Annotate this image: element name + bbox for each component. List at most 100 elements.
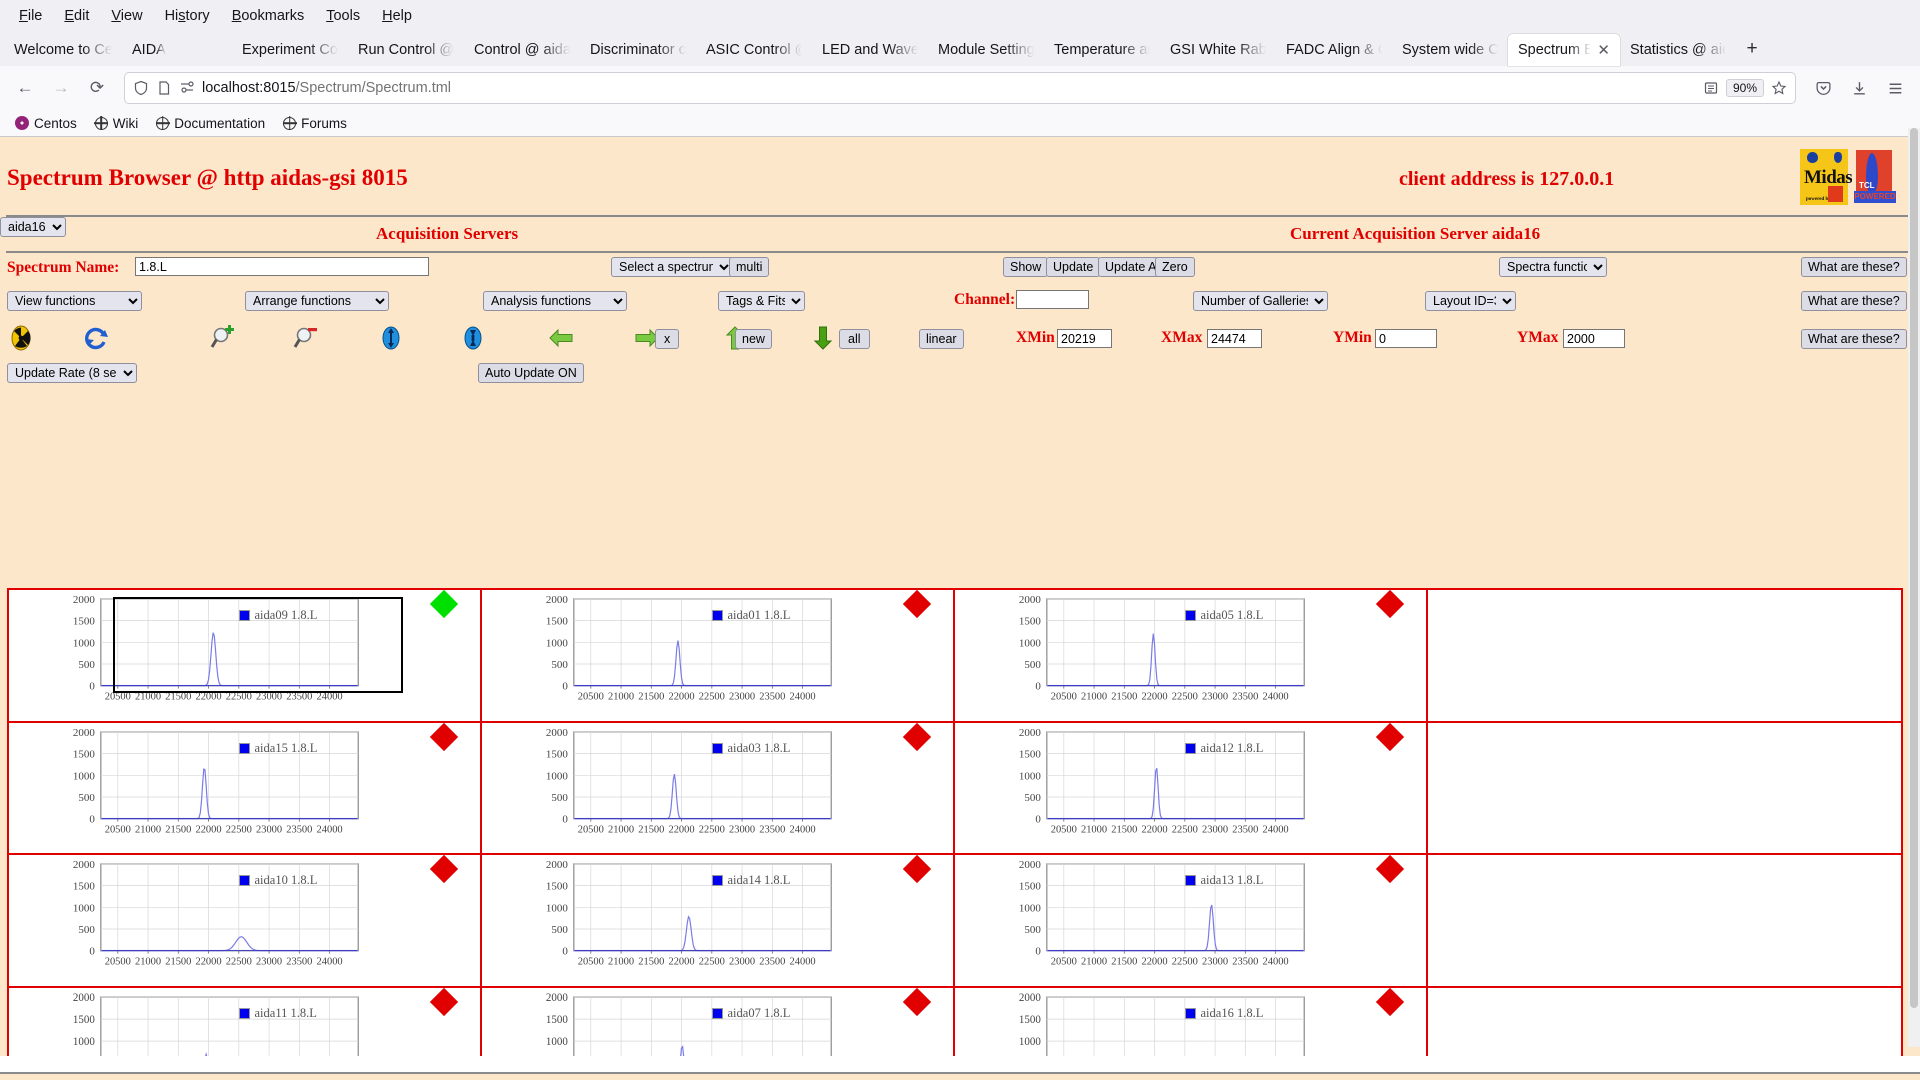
browser-tab-0[interactable]: Welcome to Cen	[4, 34, 122, 66]
forward-button[interactable]: →	[44, 72, 78, 104]
gallery-cell-empty[interactable]	[1428, 988, 1901, 1057]
browser-tab-14[interactable]: Statistics @ aid	[1620, 34, 1736, 66]
xmin-input[interactable]	[1057, 329, 1112, 348]
analysis-functions-dropdown[interactable]: Analysis functions	[483, 291, 627, 311]
gallery-cell[interactable]: 2050021000215002200022500230002350024000…	[482, 855, 955, 988]
browser-tab-10[interactable]: GSI White Rabb	[1160, 34, 1276, 66]
app-menu-icon[interactable]	[1878, 72, 1912, 104]
browser-tab-3[interactable]: Run Control @ a	[348, 34, 464, 66]
scrollbar-thumb[interactable]	[1910, 128, 1918, 1008]
gallery-cell[interactable]: 2050021000215002200022500230002350024000…	[9, 988, 482, 1057]
zoom-level-badge[interactable]: 90%	[1726, 79, 1764, 97]
controls-panel: Spectrum Name: Select a spectrum multi S…	[0, 253, 1920, 393]
number-of-galleries-dropdown[interactable]: Number of Galleries	[1193, 291, 1328, 311]
bookmark-centos[interactable]: Centos	[8, 114, 84, 133]
what-are-these-button-3[interactable]: What are these?	[1801, 329, 1907, 349]
reload-button[interactable]: ⟳	[80, 72, 114, 104]
ymin-input[interactable]	[1375, 329, 1437, 348]
gallery-cell[interactable]: 2050021000215002200022500230002350024000…	[955, 988, 1428, 1057]
gallery-cell[interactable]: 2050021000215002200022500230002350024000…	[955, 855, 1428, 988]
select-a-spectrum-dropdown[interactable]: Select a spectrum	[611, 257, 733, 277]
browser-tab-4[interactable]: Control @ aidas	[464, 34, 580, 66]
menu-help[interactable]: Help	[371, 4, 423, 28]
multi-button[interactable]: multi	[729, 257, 769, 277]
svg-text:22500: 22500	[226, 957, 252, 968]
zero-button[interactable]: Zero	[1155, 257, 1195, 277]
gallery-cell[interactable]: 2050021000215002200022500230002350024000…	[9, 855, 482, 988]
close-tab-icon[interactable]: ✕	[1597, 43, 1610, 58]
update-button[interactable]: Update	[1046, 257, 1100, 277]
layout-id-dropdown[interactable]: Layout ID=3	[1425, 291, 1516, 311]
bookmark-documentation[interactable]: Documentation	[149, 114, 272, 133]
menu-tools[interactable]: Tools	[315, 4, 371, 28]
browser-tab-12[interactable]: System wide Ch	[1392, 34, 1508, 66]
all-button[interactable]: all	[839, 329, 870, 349]
gallery-cell[interactable]: 2050021000215002200022500230002350024000…	[9, 590, 482, 723]
legend-swatch	[712, 875, 723, 886]
browser-tab-6[interactable]: ASIC Control @	[696, 34, 812, 66]
show-button[interactable]: Show	[1003, 257, 1048, 277]
gallery-cell[interactable]: 2050021000215002200022500230002350024000…	[9, 723, 482, 856]
menu-history[interactable]: History	[154, 4, 221, 28]
arrange-functions-dropdown[interactable]: Arrange functions	[245, 291, 389, 311]
update-rate-dropdown[interactable]: Update Rate (8 secs)	[7, 363, 137, 383]
svg-text:1000: 1000	[546, 637, 568, 649]
gallery-cell[interactable]: 2050021000215002200022500230002350024000…	[955, 590, 1428, 723]
arrow-down-icon[interactable]	[810, 325, 836, 351]
browser-tab-9[interactable]: Temperature an	[1044, 34, 1160, 66]
xmax-input[interactable]	[1207, 329, 1262, 348]
bookmark-forums[interactable]: Forums	[276, 114, 354, 133]
contract-vertical-icon[interactable]	[460, 325, 486, 351]
tab-label: LED and Wavefo	[822, 42, 918, 58]
gallery-cell[interactable]: 2050021000215002200022500230002350024000…	[955, 723, 1428, 856]
refresh-icon[interactable]	[83, 325, 109, 351]
browser-tab-13[interactable]: Spectrum Bro✕	[1508, 34, 1620, 66]
bookmark-star-icon[interactable]	[1771, 80, 1787, 96]
svg-text:0: 0	[1035, 946, 1041, 958]
vertical-scrollbar[interactable]	[1908, 128, 1920, 1047]
browser-tab-8[interactable]: Module Settings	[928, 34, 1044, 66]
auto-update-button[interactable]: Auto Update ON	[478, 363, 584, 383]
new-tab-button[interactable]: +	[1736, 32, 1768, 66]
browser-tab-7[interactable]: LED and Wavefo	[812, 34, 928, 66]
gallery-cell-empty[interactable]	[1428, 723, 1901, 856]
spectra-functions-dropdown[interactable]: Spectra functions	[1499, 257, 1607, 277]
gallery-cell[interactable]: 2050021000215002200022500230002350024000…	[482, 988, 955, 1057]
linear-button[interactable]: linear	[919, 329, 964, 349]
channel-input[interactable]	[1016, 290, 1089, 309]
gallery-cell[interactable]: 2050021000215002200022500230002350024000…	[482, 723, 955, 856]
bookmark-wiki[interactable]: Wiki	[88, 114, 146, 133]
zoom-out-icon[interactable]	[292, 325, 318, 351]
tags-and-fits-dropdown[interactable]: Tags & Fits	[718, 291, 805, 311]
gallery-cell-empty[interactable]	[1428, 590, 1901, 723]
gallery-cell[interactable]: 2050021000215002200022500230002350024000…	[482, 590, 955, 723]
address-bar[interactable]: localhost:8015/Spectrum/Spectrum.tml 90%	[124, 72, 1796, 104]
menu-edit[interactable]: Edit	[53, 4, 100, 28]
expand-vertical-icon[interactable]	[378, 325, 404, 351]
what-are-these-button-1[interactable]: What are these?	[1801, 257, 1907, 277]
browser-tab-5[interactable]: Discriminator co	[580, 34, 696, 66]
x-button[interactable]: x	[655, 329, 679, 349]
spectrum-name-input[interactable]	[135, 257, 429, 276]
ymax-input[interactable]	[1563, 329, 1625, 348]
browser-tab-11[interactable]: FADC Align & C	[1276, 34, 1392, 66]
what-are-these-button-2[interactable]: What are these?	[1801, 291, 1907, 311]
radiation-icon[interactable]	[8, 325, 34, 351]
browser-tab-1[interactable]: AIDA	[122, 34, 232, 66]
menu-view[interactable]: View	[100, 4, 153, 28]
back-button[interactable]: ←	[8, 72, 42, 104]
reader-mode-icon[interactable]	[1703, 80, 1719, 96]
arrow-left-icon[interactable]	[548, 325, 574, 351]
new-button[interactable]: new	[735, 329, 772, 349]
permissions-icon[interactable]	[179, 80, 195, 96]
downloads-icon[interactable]	[1842, 72, 1876, 104]
acquisition-server-select[interactable]: aida16	[0, 217, 66, 237]
menu-bookmarks[interactable]: Bookmarks	[221, 4, 316, 28]
pocket-icon[interactable]	[1806, 72, 1840, 104]
gallery-cell-empty[interactable]	[1428, 855, 1901, 988]
menu-file[interactable]: File	[8, 4, 53, 28]
browser-tab-2[interactable]: Experiment Cont	[232, 34, 348, 66]
svg-text:500: 500	[1024, 924, 1041, 936]
zoom-in-icon[interactable]	[209, 325, 235, 351]
view-functions-dropdown[interactable]: View functions	[7, 291, 142, 311]
